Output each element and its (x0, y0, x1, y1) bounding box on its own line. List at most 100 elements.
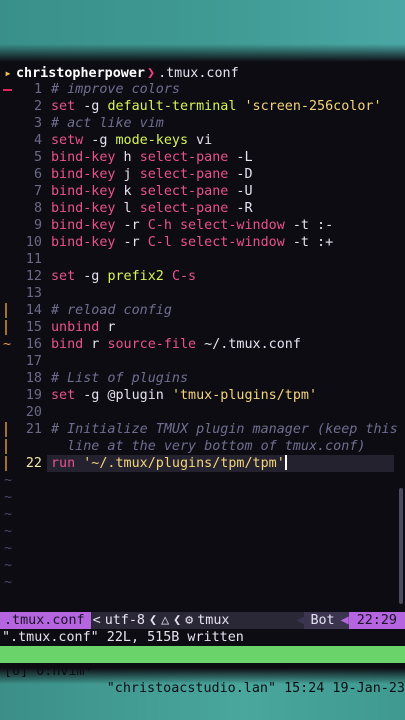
code-token: select-pane (139, 167, 229, 182)
line-number: 1 (33, 82, 42, 97)
editor-line[interactable]: 12 set -g prefix2 C-s (0, 268, 405, 285)
editor-line[interactable]: line at the very bottom of tmux.conf) (0, 438, 405, 455)
line-number: 14 (25, 303, 42, 318)
code-token: # act like vim (51, 116, 164, 131)
git-change-sign-icon (3, 455, 13, 472)
editor-line[interactable]: 14 # reload config (0, 302, 405, 319)
editor-line[interactable]: 17 (0, 353, 405, 370)
end-of-buffer-marker: ~ (4, 473, 13, 488)
git-delete-sign-icon (3, 81, 13, 98)
editor-scrollbar[interactable] (399, 488, 403, 604)
git-modify-sign-icon: ~ (3, 337, 12, 352)
status-separator-icon: ◀ (296, 612, 305, 629)
status-cursor-position: 22:29 (348, 612, 405, 629)
code-token: bind-key (51, 201, 116, 216)
code-token: bind-key (51, 150, 116, 165)
git-change-sign-icon (3, 438, 13, 455)
code-token: # improve colors (51, 82, 180, 97)
line-number: 21 (25, 422, 42, 437)
line-number: 8 (33, 201, 42, 216)
editor-line[interactable]: 5 bind-key h select-pane -L (0, 149, 405, 166)
code-token: -g (83, 133, 116, 148)
line-code: bind r source-file ~/.tmux.conf (51, 336, 301, 353)
line-code: bind-key k select-pane -U (51, 183, 253, 200)
editor-line[interactable]: 13 (0, 285, 405, 302)
shell-prompt: ▸ christopherpower ❯ .tmux.conf (0, 64, 405, 82)
code-token: # List of plugins (51, 371, 189, 386)
end-of-buffer-marker: ~ (4, 524, 13, 539)
code-token: C-s (171, 269, 197, 284)
status-filename: .tmux.conf (0, 612, 91, 629)
code-token: -D (228, 167, 253, 182)
end-of-buffer-marker: ~ (4, 558, 13, 573)
code-token: -g @plugin (75, 388, 172, 403)
line-code: bind-key -r C-l select-window -t :+ (51, 234, 333, 251)
line-code: # reload config (51, 302, 172, 319)
end-of-buffer-line: ~ (0, 574, 405, 591)
line-code: # act like vim (51, 115, 164, 132)
end-of-buffer-marker: ~ (4, 507, 13, 522)
editor-buffer[interactable]: 1 # improve colors 2 set -g default-termina… (0, 81, 405, 591)
editor-line[interactable]: 1 # improve colors (0, 81, 405, 98)
editor-line[interactable]: 22 run '~/.tmux/plugins/tpm/tpm' (0, 455, 405, 472)
line-number: 22 (25, 456, 42, 471)
editor-line[interactable]: 3 # act like vim (0, 115, 405, 132)
code-token: j (115, 167, 140, 182)
line-number: 12 (25, 269, 42, 284)
editor-line[interactable]: 18 # List of plugins (0, 370, 405, 387)
code-token: prefix2 (107, 269, 164, 284)
editor-line[interactable]: 9 bind-key -r C-h select-window -t :- (0, 217, 405, 234)
git-change-sign-icon (3, 421, 13, 438)
code-token: -g (75, 269, 108, 284)
code-token: '~/.tmux/plugins/tpm/tpm' (83, 456, 285, 471)
editor-line[interactable]: 11 (0, 251, 405, 268)
editor-line[interactable]: 20 (0, 404, 405, 421)
end-of-buffer-line: ~ (0, 540, 405, 557)
editor-line[interactable]: 15 unbind r (0, 319, 405, 336)
line-code: set -g prefix2 C-s (51, 268, 196, 285)
editor-line[interactable]: 21 # Initialize TMUX plugin manager (keep… (0, 421, 405, 438)
gear-icon: ⚙ (185, 613, 194, 628)
code-token: 'screen-256color' (244, 99, 382, 114)
tmux-host-clock: "christoacstudio.lan" 15:24 19-Jan-23 (106, 681, 405, 696)
git-change-sign-icon (3, 319, 13, 336)
code-token: default-terminal (107, 99, 237, 114)
editor-line[interactable]: ~16 bind r source-file ~/.tmux.conf (0, 336, 405, 353)
line-code: # improve colors (51, 81, 180, 98)
code-token: r (83, 337, 108, 352)
code-token: select-pane (139, 201, 229, 216)
code-token: bind (51, 337, 84, 352)
status-encoding: utf-8 (104, 613, 145, 628)
code-token: source-file (107, 337, 197, 352)
code-token: bind-key (51, 218, 116, 233)
status-filetype: tmux (197, 613, 230, 628)
line-code: set -g @plugin 'tmux-plugins/tpm' (51, 387, 317, 404)
end-of-buffer-line: ~ (0, 489, 405, 506)
line-code: bind-key h select-pane -L (51, 149, 253, 166)
editor-line[interactable]: 6 bind-key j select-pane -D (0, 166, 405, 183)
line-code: set -g default-terminal 'screen-256color… (51, 98, 382, 115)
line-number: 4 (33, 133, 42, 148)
editor-line[interactable]: 10 bind-key -r C-l select-window -t :+ (0, 234, 405, 251)
tmux-window-list[interactable]: [0] 0:nvim* (4, 663, 93, 680)
code-token: setw (51, 133, 84, 148)
code-token: vi (188, 133, 213, 148)
code-token: -g (75, 99, 108, 114)
prompt-user: christopherpower (16, 65, 145, 81)
editor-line[interactable]: 2 set -g default-terminal 'screen-256colo… (0, 98, 405, 115)
editor-line[interactable]: 7 bind-key k select-pane -U (0, 183, 405, 200)
line-number: 13 (25, 286, 42, 301)
line-number: 3 (33, 116, 42, 131)
line-number: 20 (25, 405, 42, 420)
code-token: set (51, 388, 76, 403)
line-number: 16 (25, 337, 42, 352)
code-token: select-pane (139, 184, 229, 199)
prompt-path: .tmux.conf (158, 65, 239, 81)
code-token: 'tmux-plugins/tpm' (171, 388, 318, 403)
editor-line[interactable]: 4 setw -g mode-keys vi (0, 132, 405, 149)
editor-line[interactable]: 8 bind-key l select-pane -R (0, 200, 405, 217)
editor-line[interactable]: 19 set -g @plugin 'tmux-plugins/tpm' (0, 387, 405, 404)
status-separator-icon: ❮ (173, 613, 182, 628)
